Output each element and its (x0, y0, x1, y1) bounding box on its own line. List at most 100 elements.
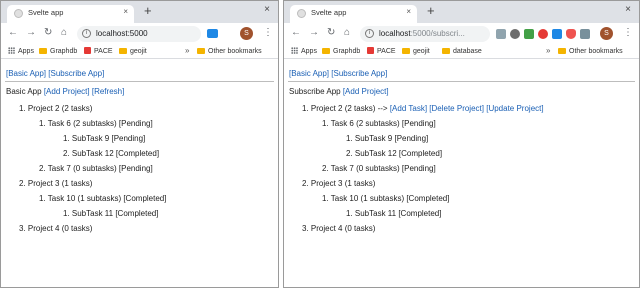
task-row: 2. Task 7 (0 subtasks) [Pending] (39, 164, 153, 173)
basic-app-link[interactable]: [Basic App] (289, 69, 329, 78)
task-row: 1. Task 10 (1 subtasks) [Completed] (322, 194, 450, 203)
bookmarks-bar: Apps Graphdb PACE geojit » Other bookmar… (1, 45, 278, 59)
camera-icon[interactable] (510, 29, 520, 39)
extension-icon[interactable] (524, 29, 534, 39)
folder-icon (39, 48, 47, 54)
folder-icon (402, 48, 410, 54)
folder-icon (119, 48, 127, 54)
add-task-link[interactable]: [Add Task] (390, 104, 427, 113)
bookmark-pace[interactable]: PACE (367, 47, 396, 56)
forward-icon[interactable]: → (309, 27, 319, 39)
home-icon[interactable]: ⌂ (344, 27, 350, 39)
browser-toolbar: ← → ↻ ⌂ i localhost:5000/subscri... S ⋮ (284, 23, 639, 45)
back-icon[interactable]: ← (8, 27, 18, 39)
address-bar[interactable]: i localhost:5000 (77, 26, 201, 42)
subtask-row: 1. SubTask 9 [Pending] (346, 134, 429, 143)
adblock-icon[interactable] (538, 29, 548, 39)
favicon-icon (14, 9, 23, 18)
apps-icon (8, 47, 15, 54)
bookmark-graphdb[interactable]: Graphdb (39, 47, 77, 56)
bookmark-geojit[interactable]: geojit (119, 47, 147, 56)
app-header: Subscribe App [Add Project] (289, 84, 389, 99)
project-row: 1. Project 2 (2 tasks) (19, 104, 93, 113)
new-tab-button[interactable]: + (427, 4, 435, 18)
subtask-row: 2. SubTask 12 [Completed] (346, 149, 443, 158)
window-close-button[interactable]: × (264, 4, 270, 15)
extension-icon[interactable] (496, 29, 506, 39)
profile-avatar[interactable]: S (600, 27, 613, 40)
tab-title: Svelte app (28, 8, 64, 17)
window-close-button[interactable]: × (625, 4, 631, 15)
folder-icon (197, 48, 205, 54)
info-icon[interactable]: i (82, 29, 91, 38)
project-row: 3. Project 4 (0 tasks) (302, 224, 376, 233)
back-icon[interactable]: ← (291, 27, 301, 39)
project-row: 3. Project 4 (0 tasks) (19, 224, 93, 233)
reload-icon[interactable]: ↻ (327, 27, 335, 39)
task-row: 2. Task 7 (0 subtasks) [Pending] (322, 164, 436, 173)
task-row: 1. Task 6 (2 subtasks) [Pending] (39, 119, 153, 128)
menu-dots-icon[interactable]: ⋮ (623, 27, 633, 39)
project-row: 2. Project 3 (1 tasks) (302, 179, 376, 188)
forward-icon[interactable]: → (26, 27, 36, 39)
update-project-link[interactable]: [Update Project] (486, 104, 543, 113)
extension-icon[interactable] (552, 29, 562, 39)
divider (5, 81, 274, 82)
task-row: 1. Task 10 (1 subtasks) [Completed] (39, 194, 167, 203)
browser-tab[interactable]: Svelte app × (7, 5, 134, 23)
folder-icon (322, 48, 330, 54)
reload-icon[interactable]: ↻ (44, 27, 52, 39)
other-bookmarks[interactable]: Other bookmarks (558, 47, 623, 56)
profile-avatar[interactable]: S (240, 27, 253, 40)
shield-icon[interactable] (566, 29, 576, 39)
subscribe-app-link[interactable]: [Subscribe App] (331, 69, 387, 78)
tab-close-icon[interactable]: × (123, 7, 128, 16)
new-tab-button[interactable]: + (144, 4, 152, 18)
tab-strip: Svelte app × + × (284, 1, 639, 23)
browser-toolbar: ← → ↻ ⌂ i localhost:5000 S ⋮ (1, 23, 278, 45)
tab-strip: Svelte app × + × (1, 1, 278, 23)
tab-close-icon[interactable]: × (406, 7, 411, 16)
pace-icon (367, 47, 374, 54)
bookmark-graphdb[interactable]: Graphdb (322, 47, 360, 56)
project-label: 1. Project 2 (2 tasks) --> (302, 104, 388, 113)
tab-title: Svelte app (311, 8, 347, 17)
divider (288, 81, 635, 82)
add-project-link[interactable]: [Add Project] (44, 87, 90, 96)
page-content: [Basic App] [Subscribe App] Subscribe Ap… (284, 59, 639, 287)
apps-icon (291, 47, 298, 54)
browser-window-basic: Svelte app × + × ← → ↻ ⌂ i localhost:500… (0, 0, 279, 288)
browser-window-subscribe: Svelte app × + × ← → ↻ ⌂ i localhost:500… (283, 0, 640, 288)
browser-tab[interactable]: Svelte app × (290, 5, 417, 23)
favicon-icon (297, 9, 306, 18)
app-nav: [Basic App] [Subscribe App] (6, 66, 104, 81)
bookmarks-overflow-icon[interactable]: » (546, 46, 550, 55)
address-url: localhost:5000 (96, 29, 148, 38)
subtask-row: 1. SubTask 11 [Completed] (346, 209, 442, 218)
add-project-link[interactable]: [Add Project] (343, 87, 389, 96)
page-content: [Basic App] [Subscribe App] Basic App [A… (1, 59, 278, 287)
refresh-link[interactable]: [Refresh] (92, 87, 124, 96)
subscribe-app-link[interactable]: [Subscribe App] (48, 69, 104, 78)
task-row: 1. Task 6 (2 subtasks) [Pending] (322, 119, 436, 128)
extension-icon[interactable] (580, 29, 590, 39)
bookmarks-overflow-icon[interactable]: » (185, 46, 189, 55)
info-icon[interactable]: i (365, 29, 374, 38)
bookmark-geojit[interactable]: geojit (402, 47, 430, 56)
basic-app-link[interactable]: [Basic App] (6, 69, 46, 78)
app-header: Basic App [Add Project] [Refresh] (6, 84, 124, 99)
bookmark-apps[interactable]: Apps (291, 47, 317, 56)
app-nav: [Basic App] [Subscribe App] (289, 66, 387, 81)
delete-project-link[interactable]: [Delete Project] (429, 104, 484, 113)
bookmark-apps[interactable]: Apps (8, 47, 34, 56)
bookmarks-bar: Apps Graphdb PACE geojit database » Othe… (284, 45, 639, 59)
subtask-row: 2. SubTask 12 [Completed] (63, 149, 160, 158)
home-icon[interactable]: ⌂ (61, 27, 67, 39)
address-bar[interactable]: i localhost:5000/subscri... (360, 26, 490, 42)
other-bookmarks[interactable]: Other bookmarks (197, 47, 262, 56)
bookmark-database[interactable]: database (442, 47, 482, 56)
menu-dots-icon[interactable]: ⋮ (263, 27, 273, 39)
bookmark-pace[interactable]: PACE (84, 47, 113, 56)
extension-icon[interactable] (207, 29, 218, 38)
project-row: 1. Project 2 (2 tasks) --> [Add Task] [D… (302, 101, 544, 116)
